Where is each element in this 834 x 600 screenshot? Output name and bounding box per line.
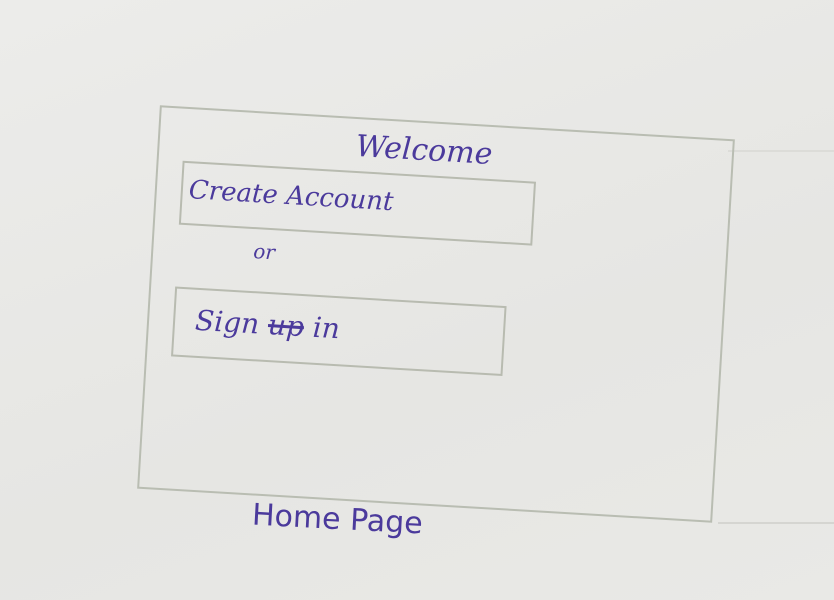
page-caption: Home Page (251, 497, 424, 542)
create-account-button[interactable]: Create Account (178, 160, 537, 246)
paper-edge-line (718, 522, 834, 524)
in-word: in (311, 310, 341, 346)
sign-in-label: Sign up in (194, 304, 341, 346)
welcome-heading: Welcome (354, 128, 494, 173)
struck-out-word: up (267, 308, 305, 344)
sign-in-button[interactable]: Sign up in (171, 286, 507, 377)
screen-frame: Welcome Create Account or Sign up in (137, 105, 735, 523)
paper-edge-line (728, 150, 834, 152)
or-separator: or (252, 239, 276, 265)
sign-word: Sign (194, 303, 261, 341)
create-account-label: Create Account (188, 175, 395, 218)
